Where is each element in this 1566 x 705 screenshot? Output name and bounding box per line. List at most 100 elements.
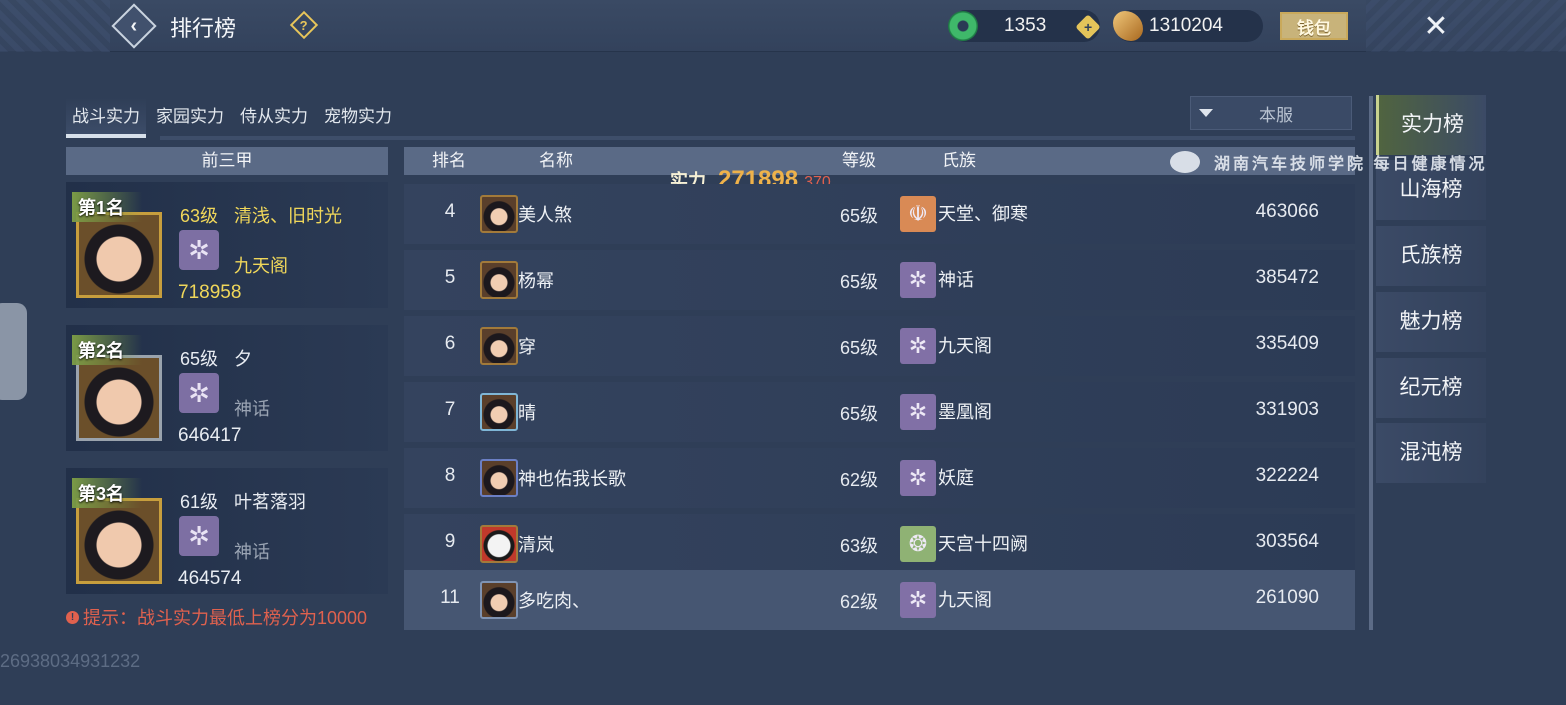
clan-name: 神话: [234, 399, 270, 419]
side-drawer-handle[interactable]: [0, 303, 27, 400]
avatar: [480, 393, 518, 431]
player-score: 464574: [178, 568, 242, 589]
row-name: 美人煞: [518, 205, 572, 225]
clan-emblem-icon: ✲: [900, 394, 936, 430]
clan-emblem-icon: ☫: [900, 196, 936, 232]
close-icon[interactable]: ✕: [1416, 6, 1456, 46]
server-dropdown[interactable]: 本服: [1190, 96, 1352, 130]
chevron-down-icon: [1199, 109, 1213, 117]
row-clan: 神话: [938, 270, 974, 290]
row-level: 65级: [840, 404, 879, 424]
table-row[interactable]: 4 美人煞 65级 ☫ 天堂、御寒 463066: [404, 184, 1355, 244]
my-rank-row[interactable]: 11 多吃肉、 62级 ✲ 九天阁 261090: [404, 570, 1355, 630]
player-level: 63级: [180, 206, 219, 226]
table-row[interactable]: 5 杨幂 65级 ✲ 神话 385472: [404, 250, 1355, 310]
jade-value: 1353: [1004, 15, 1047, 36]
header-level: 等级: [842, 151, 876, 170]
header-ornament-left: [0, 0, 110, 52]
row-name: 杨幂: [518, 271, 554, 291]
rank-flag: 第2名: [72, 335, 143, 365]
top3-card-3[interactable]: 第3名 61级 叶茗落羽 ✲ 神话 464574: [66, 468, 388, 594]
category-era[interactable]: 纪元榜: [1376, 358, 1486, 418]
player-name: 叶茗落羽: [234, 492, 306, 512]
row-power: 322224: [1255, 465, 1319, 486]
back-arrow-icon: ‹: [111, 3, 157, 49]
back-button[interactable]: ‹: [111, 3, 157, 49]
user-id: 26938034931232: [0, 651, 141, 671]
table-row[interactable]: 6 穿 65级 ✲ 九天阁 335409: [404, 316, 1355, 376]
row-level: 62级: [840, 592, 879, 612]
row-power: 463066: [1255, 201, 1319, 222]
header-rank: 排名: [432, 151, 466, 170]
avatar: [76, 498, 162, 584]
avatar: [480, 261, 518, 299]
header-clan: 氏族: [942, 151, 976, 170]
row-name: 神也佑我长歌: [518, 469, 626, 489]
avatar: [480, 459, 518, 497]
rank-flag: 第1名: [72, 192, 143, 222]
wallet-button[interactable]: 钱包: [1280, 12, 1348, 40]
category-clan[interactable]: 氏族榜: [1376, 226, 1486, 286]
row-level: 62级: [840, 470, 879, 490]
coin-icon: [1113, 11, 1143, 41]
row-power: 335409: [1255, 333, 1319, 354]
row-power: 303564: [1255, 531, 1319, 552]
avatar: [480, 581, 518, 619]
row-power: 331903: [1255, 399, 1319, 420]
row-name: 多吃肉、: [518, 591, 590, 611]
row-clan: 九天阁: [938, 590, 992, 610]
coin-value: 1310204: [1149, 15, 1223, 36]
clan-emblem-icon: ❂: [900, 526, 936, 562]
row-name: 晴: [518, 403, 536, 423]
coin-currency: 1310204: [1113, 10, 1263, 42]
clan-emblem-icon: ✲: [900, 460, 936, 496]
row-level: 65级: [840, 206, 879, 226]
row-power: 261090: [1255, 587, 1319, 608]
row-clan: 天堂、御寒: [938, 204, 1028, 224]
warning-icon: !: [66, 610, 79, 624]
watermark: 湖南汽车技师学院 每日健康情况: [1170, 148, 1487, 176]
clan-emblem-icon: ✲: [179, 516, 219, 556]
power-tabs: 战斗实力 家园实力 侍从实力 宠物实力: [66, 98, 402, 140]
row-clan: 九天阁: [938, 336, 992, 356]
table-row[interactable]: 8 神也佑我长歌 62级 ✲ 妖庭 322224: [404, 448, 1355, 508]
player-level: 65级: [180, 349, 219, 369]
player-name: 夕: [234, 349, 252, 369]
avatar: [480, 195, 518, 233]
row-clan: 天宫十四阙: [938, 534, 1028, 554]
top3-card-2[interactable]: 第2名 65级 夕 ✲ 神话 646417: [66, 325, 388, 451]
clan-name: 神话: [234, 542, 270, 562]
row-level: 65级: [840, 272, 879, 292]
panda-avatar: [480, 525, 518, 563]
help-button[interactable]: ?: [289, 10, 319, 40]
category-power[interactable]: 实力榜: [1376, 95, 1486, 155]
jade-icon: [948, 11, 978, 41]
tab-home-power[interactable]: 家园实力: [150, 98, 230, 138]
top-bar: ‹ 排行榜 ? 1353 + 1310204 钱包 ✕: [0, 0, 1566, 52]
tab-pet-power[interactable]: 宠物实力: [318, 98, 398, 138]
header-name: 名称: [539, 151, 573, 170]
row-level: 63级: [840, 536, 879, 556]
clan-name: 九天阁: [234, 256, 288, 276]
clan-emblem-icon: ✲: [179, 373, 219, 413]
category-charm[interactable]: 魅力榜: [1376, 292, 1486, 352]
clan-emblem-icon: ✲: [900, 582, 936, 618]
page-title: 排行榜: [170, 16, 237, 41]
table-row[interactable]: 7 晴 65级 ✲ 墨凰阁 331903: [404, 382, 1355, 442]
avatar: [76, 355, 162, 441]
clan-emblem-icon: ✲: [900, 328, 936, 364]
row-clan: 墨凰阁: [938, 402, 992, 422]
table-row[interactable]: 9 清岚 63级 ❂ 天宫十四阙 303564: [404, 514, 1355, 574]
player-score: 718958: [178, 282, 242, 303]
top3-card-1[interactable]: 第1名 63级 清浅、旧时光 ✲ 九天阁 718958: [66, 182, 388, 308]
ranking-scrollbar[interactable]: [1369, 96, 1373, 630]
tab-combat-power[interactable]: 战斗实力: [66, 98, 146, 138]
row-name: 清岚: [518, 535, 554, 555]
question-icon: ?: [289, 10, 319, 40]
top3-header: 前三甲: [66, 147, 388, 175]
tab-attendant-power[interactable]: 侍从实力: [234, 98, 314, 138]
avatar: [76, 212, 162, 298]
category-chaos[interactable]: 混沌榜: [1376, 423, 1486, 483]
header-ornament-right: [1366, 0, 1566, 52]
hint-text: ! 提示：战斗实力最低上榜分为10000: [66, 604, 367, 630]
